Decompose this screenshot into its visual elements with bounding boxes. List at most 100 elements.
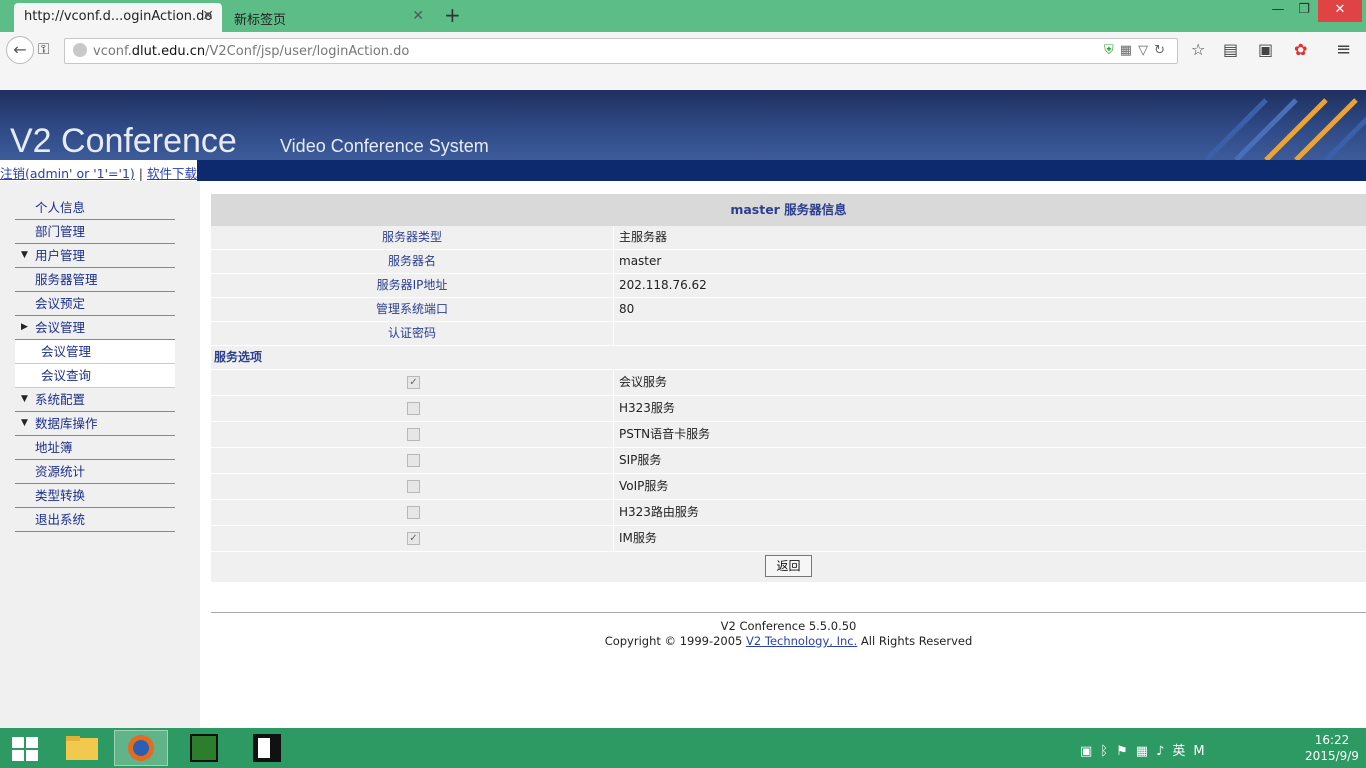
version-text: V2 Conference 5.5.0.50 [720, 619, 857, 633]
service-label: 会议服务 [619, 375, 668, 389]
firefox-icon[interactable] [114, 730, 168, 766]
service-option-row: SIP服务 [211, 448, 1366, 474]
checkbox[interactable] [407, 454, 420, 467]
shield-icon[interactable]: ⛨ [1104, 43, 1120, 58]
sidebar-item-users[interactable]: ▼ 用户管理 [15, 244, 175, 268]
sidebar-subitem-meeting-manage[interactable]: 会议管理 [15, 340, 175, 364]
sidebar-item-booking[interactable]: 会议预定 [15, 292, 175, 316]
volume-icon[interactable]: ♪ [1156, 744, 1172, 759]
company-link[interactable]: V2 Technology, Inc. [746, 634, 857, 648]
bookmark-strip [0, 70, 1366, 90]
app-window-icon[interactable] [240, 730, 294, 766]
copyright-text: Copyright © 1999-2005 V2 Technology, Inc… [604, 634, 973, 648]
taskbar: ▣ᛒ⚑▦♪英M 16:22 2015/9/9 [0, 728, 1366, 768]
ime-indicator[interactable]: 英 [1172, 744, 1193, 759]
expand-arrow-icon: ▼ [21, 250, 28, 260]
sidebar-item-database[interactable]: ▼ 数据库操作 [15, 412, 175, 436]
main-content: master 服务器信息 服务器类型 主服务器 服务器名 master 服务器I… [200, 181, 1366, 728]
service-option-row: ✓ IM服务 [211, 526, 1366, 552]
sidebar-item-departments[interactable]: 部门管理 [15, 220, 175, 244]
sidebar-item-address-book[interactable]: 地址簿 [15, 436, 175, 460]
address-bar[interactable]: vconf.dlut.edu.cn/V2Conf/jsp/user/loginA… [64, 38, 1178, 64]
window-close-button[interactable]: ✕ [1318, 0, 1362, 22]
info-row-server-type: 服务器类型 主服务器 [211, 226, 1366, 250]
info-row-server-ip: 服务器IP地址 202.118.76.62 [211, 274, 1366, 298]
info-row-auth-password: 认证密码 [211, 322, 1366, 346]
row-label: 服务器类型 [211, 226, 614, 249]
service-option-row: PSTN语音卡服务 [211, 422, 1366, 448]
row-label: 管理系统端口 [211, 298, 614, 321]
bluetooth-icon[interactable]: ᛒ [1100, 744, 1116, 759]
row-value: 80 [619, 302, 635, 316]
file-explorer-icon[interactable] [56, 730, 110, 766]
key-icon[interactable]: ⚿ [38, 40, 49, 58]
service-option-row: H323路由服务 [211, 500, 1366, 526]
tray-app-icon[interactable]: ▣ [1080, 744, 1100, 759]
clock-time: 16:22 [1314, 733, 1350, 747]
sidebar-item-exit[interactable]: 退出系统 [15, 508, 175, 532]
url-text[interactable]: vconf.dlut.edu.cn/V2Conf/jsp/user/loginA… [93, 44, 409, 59]
sidebar-item-profile[interactable]: 个人信息 [15, 196, 175, 220]
tab-title: 新标签页 [234, 13, 287, 28]
tab-title: http://vconf.d...oginAction.do [24, 9, 213, 24]
sidebar-item-meetings[interactable]: ▶ 会议管理 [15, 316, 175, 340]
service-label: IM服务 [619, 531, 657, 545]
sidebar-item-type-convert[interactable]: 类型转换 [15, 484, 175, 508]
service-label: H323路由服务 [619, 505, 699, 519]
service-label: SIP服务 [619, 453, 662, 467]
expand-arrow-icon: ▶ [21, 322, 28, 332]
user-links: 注销(admin' or '1'='1) | 软件下载 [0, 160, 198, 181]
flag-icon[interactable]: ⚑ [1116, 744, 1136, 759]
checkbox[interactable]: ✓ [407, 376, 420, 389]
download-link[interactable]: 软件下载 [147, 166, 197, 181]
checkbox[interactable]: ✓ [407, 532, 420, 545]
tab-new[interactable]: 新标签页 ✕ [224, 3, 432, 32]
k8-app-icon[interactable] [177, 730, 231, 766]
system-tray: ▣ᛒ⚑▦♪英M [1080, 740, 1213, 759]
checkbox[interactable] [407, 506, 420, 519]
url-tools: ⛨▦▽↻ [1104, 43, 1171, 58]
windows-start-icon[interactable] [12, 737, 38, 761]
row-value: master [619, 254, 662, 268]
reload-icon[interactable]: ↻ [1154, 43, 1171, 58]
service-option-row: H323服务 [211, 396, 1366, 422]
service-label: H323服务 [619, 401, 675, 415]
sidebar-item-servers[interactable]: 服务器管理 [15, 268, 175, 292]
sidebar-item-system-config[interactable]: ▼ 系统配置 [15, 388, 175, 412]
globe-icon [73, 43, 87, 57]
checkbox[interactable] [407, 480, 420, 493]
extension-icon[interactable]: ✿ [1294, 40, 1307, 59]
bookmarks-list-icon[interactable]: ▤ [1223, 40, 1238, 59]
sidebar-subitem-meeting-query[interactable]: 会议查询 [15, 364, 175, 388]
bookmark-star-icon[interactable]: ☆ [1191, 40, 1205, 59]
browser-tab-bar: http://vconf.d...oginAction.do ✕ 新标签页 ✕ … [0, 0, 1366, 32]
ime-mode-icon[interactable]: M [1193, 744, 1212, 759]
new-tab-button[interactable]: + [444, 3, 461, 27]
service-option-row: ✓ 会议服务 [211, 370, 1366, 396]
user-bar: 注销(admin' or '1'='1) | 软件下载 [0, 160, 1366, 181]
close-icon[interactable]: ✕ [412, 8, 424, 24]
close-icon[interactable]: ✕ [202, 8, 214, 24]
menu-icon[interactable]: ≡ [1336, 39, 1351, 60]
tab-active[interactable]: http://vconf.d...oginAction.do ✕ [14, 3, 222, 32]
sidebar-item-statistics[interactable]: 资源统计 [15, 460, 175, 484]
qr-code-icon[interactable]: ▦ [1120, 43, 1138, 58]
dropdown-icon[interactable]: ▽ [1138, 43, 1154, 58]
checkbox[interactable] [407, 428, 420, 441]
row-label: 服务器名 [211, 250, 614, 273]
clock-date: 2015/9/9 [1305, 749, 1359, 763]
panel-title: master 服务器信息 [211, 194, 1366, 226]
row-value: 主服务器 [619, 230, 668, 244]
network-icon[interactable]: ▦ [1136, 744, 1156, 759]
checkbox[interactable] [407, 402, 420, 415]
logout-link[interactable]: 注销(admin' or '1'='1) [0, 166, 135, 181]
service-label: PSTN语音卡服务 [619, 427, 711, 441]
clock[interactable]: 16:22 2015/9/9 [1302, 732, 1362, 764]
row-label: 认证密码 [211, 322, 614, 345]
back-button[interactable]: ← [6, 36, 34, 64]
reader-icon[interactable]: ▣ [1258, 40, 1273, 59]
site-header: V2 Conference Video Conference System [0, 90, 1366, 160]
service-options-heading: 服务选项 [211, 346, 1366, 370]
server-info-panel: master 服务器信息 服务器类型 主服务器 服务器名 master 服务器I… [211, 194, 1366, 582]
return-button[interactable]: 返回 [765, 555, 812, 577]
